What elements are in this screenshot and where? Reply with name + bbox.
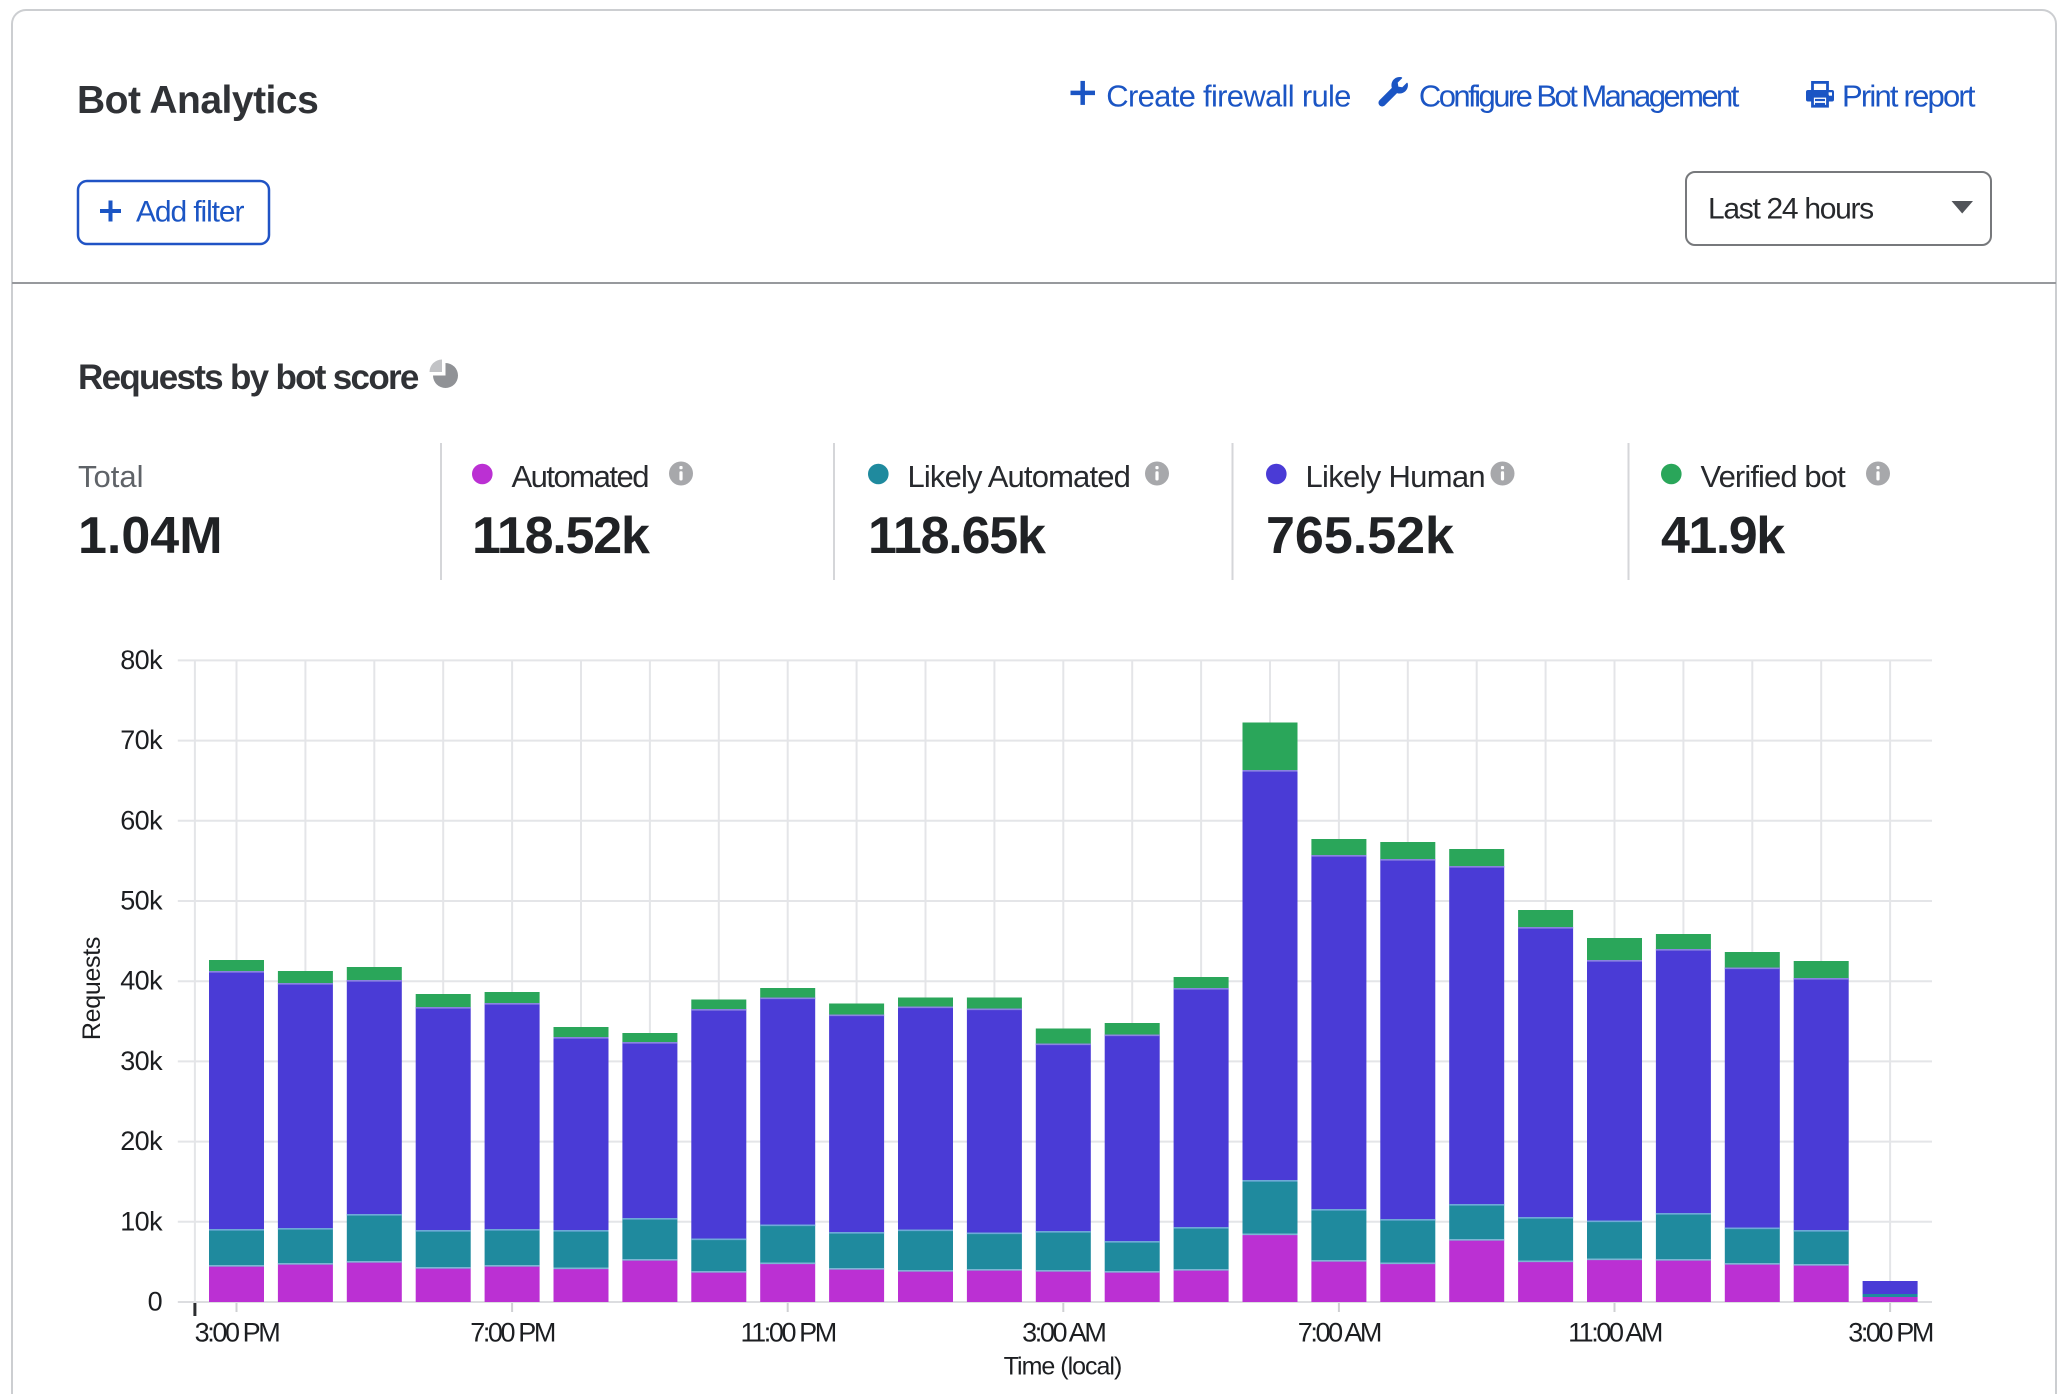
svg-text:50k: 50k xyxy=(120,886,163,916)
svg-text:7:00 AM: 7:00 AM xyxy=(1298,1318,1381,1348)
svg-text:Likely Human: Likely Human xyxy=(1306,459,1485,494)
svg-text:40k: 40k xyxy=(120,966,163,996)
svg-text:Create firewall rule: Create firewall rule xyxy=(1106,78,1350,113)
svg-text:Last 24 hours: Last 24 hours xyxy=(1708,193,1873,226)
svg-text:Print report: Print report xyxy=(1842,78,1976,113)
svg-text:11:00 AM: 11:00 AM xyxy=(1568,1318,1662,1348)
svg-text:1.04M: 1.04M xyxy=(78,507,223,565)
svg-text:11:00 PM: 11:00 PM xyxy=(741,1318,836,1348)
svg-text:Requests: Requests xyxy=(78,937,106,1040)
svg-text:Time (local): Time (local) xyxy=(1004,1352,1122,1380)
svg-text:0: 0 xyxy=(148,1287,162,1317)
svg-text:20k: 20k xyxy=(120,1126,163,1156)
svg-text:60k: 60k xyxy=(120,805,163,835)
svg-text:70k: 70k xyxy=(120,725,163,755)
svg-text:3:00 PM: 3:00 PM xyxy=(195,1318,280,1348)
svg-text:3:00 AM: 3:00 AM xyxy=(1022,1318,1105,1348)
svg-text:Likely Automated: Likely Automated xyxy=(908,459,1131,494)
svg-text:7:00 PM: 7:00 PM xyxy=(470,1318,555,1348)
svg-text:Configure Bot Management: Configure Bot Management xyxy=(1419,78,1740,113)
svg-text:10k: 10k xyxy=(120,1206,163,1236)
svg-text:Total: Total xyxy=(78,459,143,494)
svg-text:Bot Analytics: Bot Analytics xyxy=(77,79,318,122)
svg-text:765.52k: 765.52k xyxy=(1266,507,1454,565)
svg-text:118.52k: 118.52k xyxy=(472,507,650,565)
svg-text:Requests by bot score: Requests by bot score xyxy=(78,358,419,397)
svg-text:30k: 30k xyxy=(120,1046,163,1076)
svg-text:Automated: Automated xyxy=(512,459,649,494)
svg-text:118.65k: 118.65k xyxy=(868,507,1046,565)
svg-text:41.9k: 41.9k xyxy=(1661,507,1785,565)
svg-text:Verified bot: Verified bot xyxy=(1701,459,1847,494)
svg-text:3:00 PM: 3:00 PM xyxy=(1848,1318,1933,1348)
svg-text:80k: 80k xyxy=(120,645,163,675)
svg-text:Add filter: Add filter xyxy=(136,196,244,229)
